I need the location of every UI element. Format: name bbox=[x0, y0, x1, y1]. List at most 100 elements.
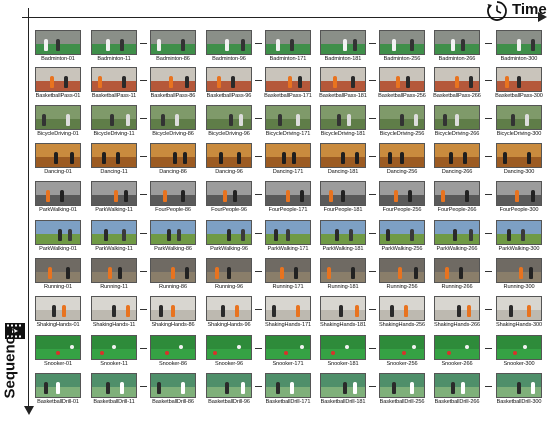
frame-figure bbox=[229, 114, 233, 126]
gap-dash bbox=[255, 308, 262, 310]
frame-figure bbox=[183, 152, 187, 164]
frame-thumbnail bbox=[496, 30, 542, 55]
frame-thumbnail bbox=[150, 335, 196, 360]
frame-figure bbox=[329, 190, 333, 202]
frame-figure bbox=[402, 351, 406, 355]
frame-figure bbox=[54, 152, 58, 164]
frame-floor bbox=[380, 80, 424, 91]
frame-figure bbox=[108, 267, 112, 279]
frame-figure bbox=[100, 351, 104, 355]
frame-figure bbox=[300, 190, 304, 202]
frame-floor bbox=[151, 118, 195, 129]
frame-figure bbox=[392, 39, 396, 51]
frame-floor bbox=[151, 194, 195, 205]
frame-figure bbox=[406, 76, 410, 88]
frame-thumbnail bbox=[91, 67, 137, 92]
gap-dash bbox=[369, 232, 376, 234]
frame-thumbnail bbox=[206, 373, 252, 398]
frame-figure bbox=[345, 345, 349, 349]
frame-figure bbox=[394, 190, 398, 202]
frame-thumbnail bbox=[379, 258, 425, 283]
frame-caption: Dancing-300 bbox=[503, 169, 535, 175]
frame-caption: FourPeople-171 bbox=[268, 207, 308, 213]
frame-caption: Dancing-256 bbox=[386, 169, 418, 175]
frame-thumbnail bbox=[91, 143, 137, 168]
frame-figure bbox=[523, 345, 527, 349]
frame-figure bbox=[173, 152, 177, 164]
frame-figure bbox=[353, 382, 357, 394]
frame-figure bbox=[112, 305, 116, 317]
frame-figure bbox=[511, 114, 515, 126]
frame-figure bbox=[410, 382, 414, 394]
frame-caption: BicycleDriving-01 bbox=[37, 131, 79, 137]
frame-caption: Running-86 bbox=[159, 284, 187, 290]
gap-dash bbox=[255, 193, 262, 195]
gap-dash bbox=[369, 385, 376, 387]
gap-dash bbox=[369, 193, 376, 195]
frame-figure bbox=[398, 267, 402, 279]
frame-thumbnail bbox=[206, 258, 252, 283]
frame-thumbnail bbox=[320, 373, 366, 398]
frame-figure bbox=[181, 39, 185, 51]
frame-thumbnail bbox=[91, 105, 137, 130]
frame-figure bbox=[52, 305, 56, 317]
frame-figure bbox=[400, 152, 404, 164]
frame-floor bbox=[266, 43, 310, 54]
frame-figure bbox=[241, 229, 245, 241]
frame-caption: BasketballDrill-01 bbox=[37, 399, 79, 405]
frame-thumbnail bbox=[379, 67, 425, 92]
gap-dash bbox=[255, 155, 262, 157]
frame-figure bbox=[451, 39, 455, 51]
frame-figure bbox=[527, 152, 531, 164]
gap-dash bbox=[484, 308, 492, 310]
frame-floor bbox=[266, 156, 310, 167]
frame-figure bbox=[519, 267, 523, 279]
frame-caption: ParkWalking-11 bbox=[95, 246, 133, 252]
frame-caption: Snooker-11 bbox=[100, 361, 128, 367]
frame-figure bbox=[159, 305, 163, 317]
frame-caption: ParkWalking-96 bbox=[210, 246, 248, 252]
frame-figure bbox=[239, 114, 243, 126]
frame-floor bbox=[435, 43, 479, 54]
frame-caption: ParkWalking-256 bbox=[381, 246, 423, 252]
frame-figure bbox=[390, 305, 394, 317]
frame-figure bbox=[114, 190, 118, 202]
frame-figure bbox=[98, 76, 102, 88]
frame-figure bbox=[185, 76, 189, 88]
frame-thumbnail bbox=[496, 220, 542, 245]
frame-figure bbox=[60, 190, 64, 202]
frame-thumbnail bbox=[320, 105, 366, 130]
frame-floor bbox=[266, 118, 310, 129]
frame-thumbnail bbox=[434, 143, 480, 168]
frame-caption: Dancing-266 bbox=[441, 169, 473, 175]
frame-figure bbox=[157, 39, 161, 51]
frame-caption: ParkWalking-86 bbox=[154, 246, 192, 252]
frame-caption: Snooker-01 bbox=[44, 361, 72, 367]
frame-caption: Running-300 bbox=[503, 284, 535, 290]
frame-thumbnail bbox=[320, 258, 366, 283]
frame-thumbnail bbox=[434, 67, 480, 92]
frame-caption: ShakingHands-171 bbox=[265, 322, 311, 328]
frame-figure bbox=[351, 267, 355, 279]
frame-figure bbox=[521, 229, 525, 241]
frame-figure bbox=[241, 382, 245, 394]
frame-figure bbox=[167, 229, 171, 241]
frame-caption: Badminton-181 bbox=[324, 56, 362, 62]
frame-thumbnail bbox=[265, 67, 311, 92]
frame-figure bbox=[292, 152, 296, 164]
frame-figure bbox=[505, 76, 509, 88]
gap-dash bbox=[484, 42, 492, 44]
frame-floor bbox=[92, 386, 136, 397]
frame-thumbnail bbox=[150, 258, 196, 283]
frame-thumbnail bbox=[91, 258, 137, 283]
frame-caption: Dancing-01 bbox=[44, 169, 72, 175]
frame-figure bbox=[66, 114, 70, 126]
gap-dash bbox=[369, 270, 376, 272]
frame-thumbnail bbox=[91, 335, 137, 360]
frame-floor bbox=[36, 80, 80, 91]
frame-thumbnail bbox=[150, 67, 196, 92]
frame-caption: Snooker-181 bbox=[327, 361, 359, 367]
frame-thumbnail bbox=[35, 220, 81, 245]
gap-dash bbox=[140, 308, 147, 310]
frame-floor bbox=[36, 271, 80, 282]
